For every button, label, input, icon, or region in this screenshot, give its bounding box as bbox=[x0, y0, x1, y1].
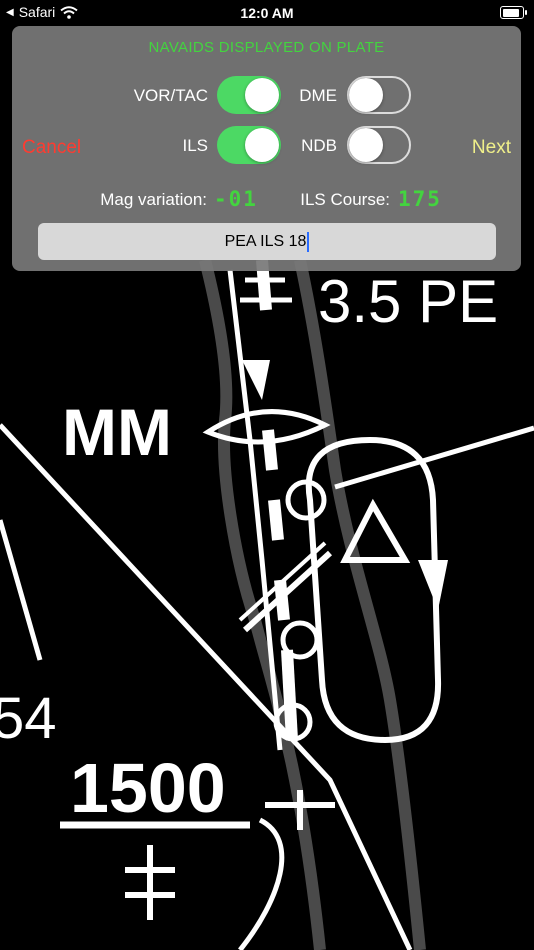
toggle-knob bbox=[349, 78, 383, 112]
marker-label: MM bbox=[62, 395, 172, 469]
status-time: 12:0 AM bbox=[240, 5, 294, 21]
ndb-label: NDB bbox=[301, 136, 337, 155]
next-button[interactable]: Next bbox=[472, 137, 511, 159]
dme-label: DME bbox=[299, 86, 337, 105]
ils-label: ILS bbox=[182, 136, 208, 155]
toggle-knob bbox=[245, 128, 279, 162]
toggle-knob bbox=[245, 78, 279, 112]
navaids-dialog: NAVAIDS DISPLAYED ON PLATE VOR/TAC DME C… bbox=[12, 26, 521, 271]
vortac-label: VOR/TAC bbox=[133, 86, 208, 105]
mag-variation-value[interactable]: -01 bbox=[214, 187, 258, 211]
distance-label: 3.5 PE bbox=[318, 268, 498, 335]
mag-variation-label: Mag variation: bbox=[100, 190, 207, 209]
partial-number-label: 54 bbox=[0, 686, 57, 751]
ils-course-label: ILS Course: bbox=[300, 190, 390, 209]
plate-name-input[interactable]: PEA ILS 18 bbox=[38, 223, 496, 260]
ils-course-value[interactable]: 175 bbox=[398, 187, 442, 211]
ils-toggle[interactable] bbox=[217, 126, 281, 164]
altitude-label: 1500 bbox=[70, 749, 226, 827]
dme-toggle[interactable] bbox=[347, 76, 411, 114]
text-cursor bbox=[307, 231, 310, 252]
dialog-title: NAVAIDS DISPLAYED ON PLATE bbox=[148, 39, 385, 56]
battery-icon bbox=[500, 6, 527, 19]
ndb-toggle[interactable] bbox=[347, 126, 411, 164]
status-bar: ◀ Safari 12:0 AM bbox=[0, 0, 534, 26]
cancel-button[interactable]: Cancel bbox=[22, 137, 81, 159]
plate-name-text: PEA ILS 18 bbox=[224, 233, 307, 250]
toggle-knob bbox=[349, 128, 383, 162]
vortac-toggle[interactable] bbox=[217, 76, 281, 114]
